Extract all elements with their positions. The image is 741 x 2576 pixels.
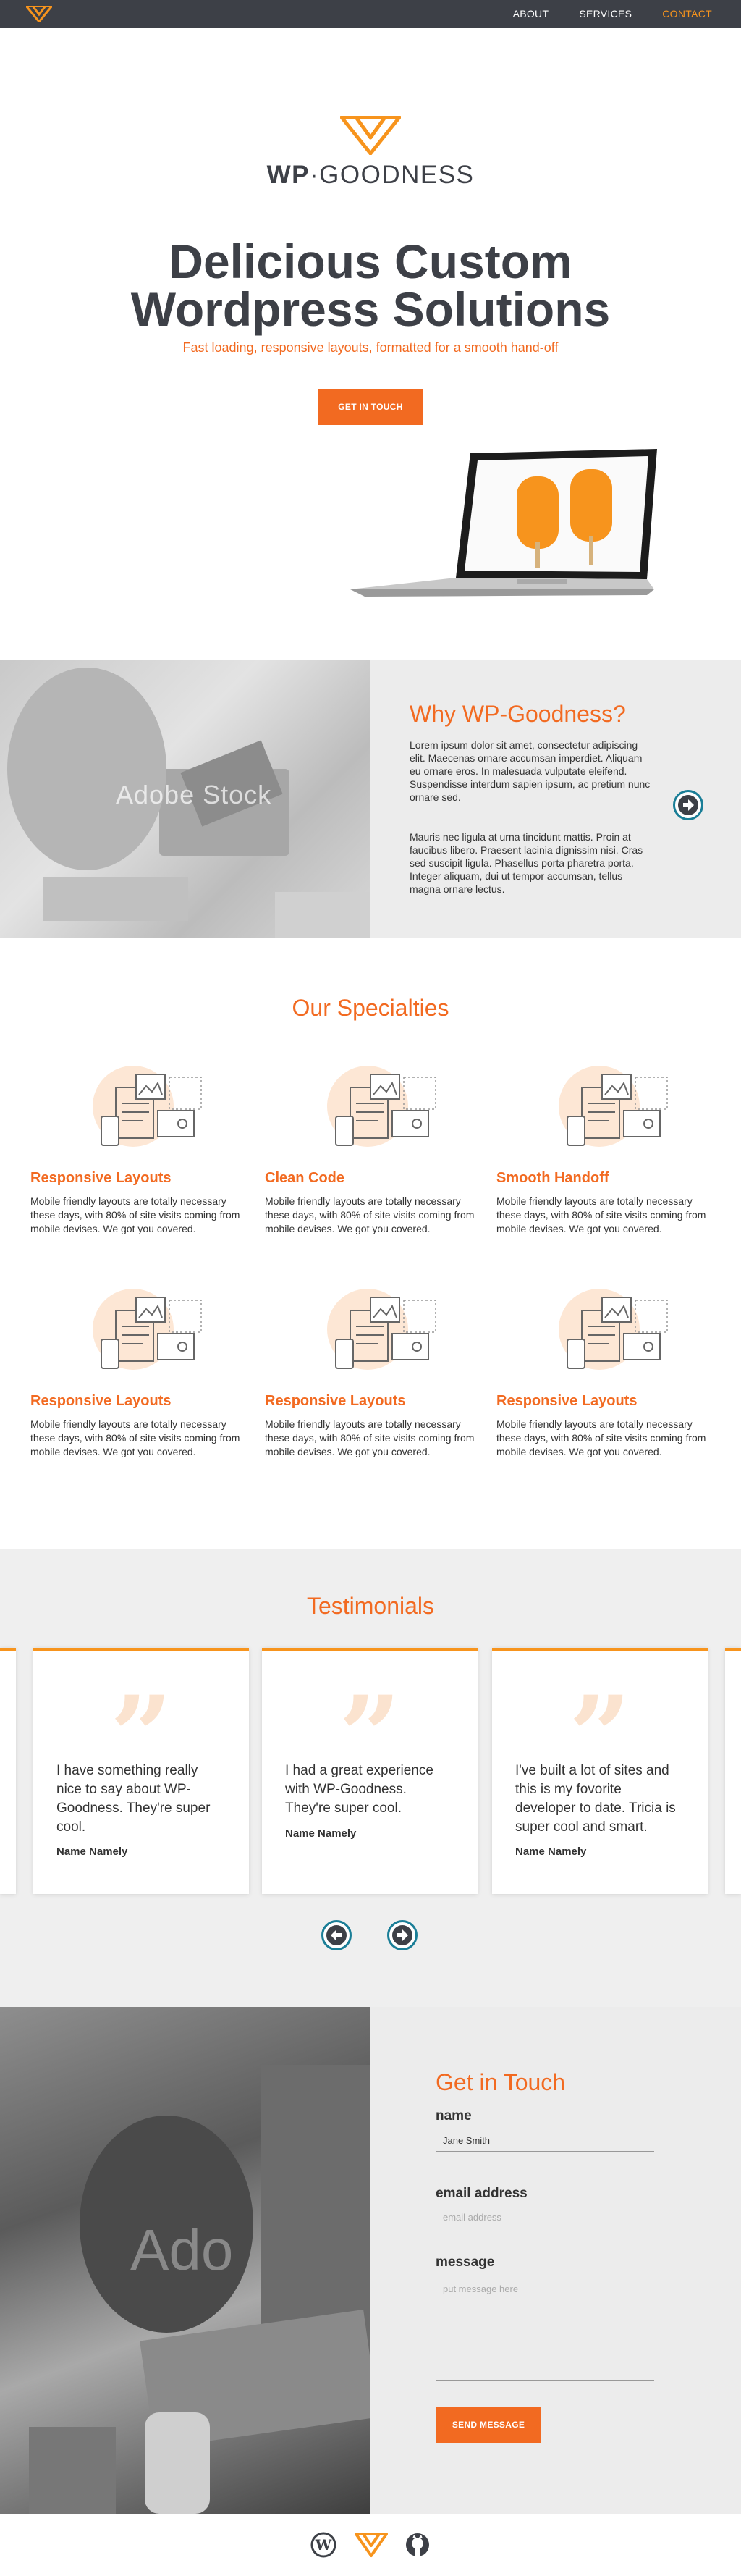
wp-goodness-logo-icon (339, 115, 402, 156)
devices-illustration-icon (554, 1284, 677, 1379)
name-field[interactable] (436, 2130, 654, 2152)
nav-services[interactable]: SERVICES (579, 8, 632, 20)
specialty-card: Responsive Layouts Mobile friendly layout… (496, 1284, 714, 1502)
specialty-card: Smooth Handoff Mobile friendly layouts ar… (496, 1061, 714, 1279)
get-in-touch-button[interactable]: GET IN TOUCH (318, 389, 423, 425)
testimonial-text: I've built a lot of sites and this is my… (515, 1763, 676, 1835)
message-label: message (436, 2255, 495, 2270)
arrow-left-icon (326, 1925, 347, 1945)
specialty-name: Responsive Layouts (30, 1393, 172, 1409)
footer: W (0, 2514, 741, 2576)
testimonial-card: ” I've built a lot of sites and this is … (492, 1648, 708, 1894)
testimonials-next-button[interactable] (387, 1920, 418, 1950)
email-field[interactable] (436, 2207, 654, 2228)
testimonial-card-partial (0, 1648, 16, 1894)
testimonials-section: Testimonials ” I have something really n… (0, 1549, 741, 2007)
specialty-card: Clean Code Mobile friendly layouts are to… (265, 1061, 482, 1279)
why-next-button[interactable] (673, 790, 703, 820)
specialties-title: Our Specialties (292, 995, 449, 1021)
github-icon[interactable] (404, 2531, 431, 2559)
why-paragraph-1: Lorem ipsum dolor sit amet, consectetur … (410, 739, 651, 803)
devices-illustration-icon (323, 1061, 446, 1156)
specialty-card: Responsive Layouts Mobile friendly layout… (30, 1284, 247, 1502)
contact-title: Get in Touch (436, 2069, 566, 2095)
specialty-name: Clean Code (265, 1170, 345, 1186)
devices-illustration-icon (323, 1284, 446, 1379)
specialty-description: Mobile friendly layouts are totally nece… (30, 1418, 240, 1457)
specialty-name: Responsive Layouts (265, 1393, 406, 1409)
testimonial-card: ” I had a great experience with WP-Goodn… (262, 1648, 478, 1894)
specialty-name: Responsive Layouts (496, 1393, 638, 1409)
specialty-description: Mobile friendly layouts are totally nece… (496, 1418, 706, 1457)
arrow-right-icon (392, 1925, 412, 1945)
svg-text:W: W (315, 2536, 332, 2554)
devices-illustration-icon (554, 1061, 677, 1156)
testimonial-author: Name Namely (285, 1827, 357, 1840)
wordpress-icon[interactable]: W (310, 2531, 337, 2559)
hero-title: Delicious Custom Wordpress Solutions (130, 235, 611, 336)
specialty-description: Mobile friendly layouts are totally nece… (265, 1195, 475, 1234)
specialty-description: Mobile friendly layouts are totally nece… (265, 1418, 475, 1457)
testimonial-author: Name Namely (515, 1845, 587, 1858)
nav-contact[interactable]: CONTACT (662, 8, 712, 20)
watermark-text: Ado (130, 2218, 234, 2282)
email-label: email address (436, 2186, 528, 2201)
name-label: name (436, 2108, 472, 2123)
contact-section: Ado Get in Touch name email address mess… (0, 2007, 741, 2514)
specialty-card: Responsive Layouts Mobile friendly layout… (265, 1284, 482, 1502)
testimonial-text: I have something really nice to say abou… (56, 1763, 211, 1835)
specialty-name: Responsive Layouts (30, 1170, 172, 1186)
testimonial-card: ” I have something really nice to say ab… (33, 1648, 249, 1894)
specialty-card: Responsive Layouts Mobile friendly layout… (30, 1061, 247, 1279)
testimonial-card-partial (725, 1648, 741, 1894)
top-nav: ABOUT SERVICES CONTACT (0, 0, 741, 28)
laptop-illustration (350, 449, 657, 597)
message-field[interactable] (436, 2276, 654, 2381)
testimonial-text: I had a great experience with WP-Goodnes… (285, 1763, 433, 1816)
why-paragraph-2: Mauris nec ligula at urna tincidunt matt… (410, 831, 643, 895)
wp-goodness-logo-icon[interactable] (355, 2531, 388, 2559)
specialty-name: Smooth Handoff (496, 1170, 609, 1186)
nav-about[interactable]: ABOUT (513, 8, 549, 20)
why-section: Adobe Stock Why WP-Goodness? Lorem ipsum… (0, 660, 741, 938)
why-title: Why WP-Goodness? (410, 701, 626, 727)
watermark-text: Adobe Stock (116, 780, 272, 809)
send-message-button[interactable]: SEND MESSAGE (436, 2407, 541, 2443)
contact-photo: Ado (0, 2007, 370, 2514)
devices-illustration-icon (88, 1061, 211, 1156)
hero-logo (0, 115, 741, 159)
hero-subtitle: Fast loading, responsive layouts, format… (182, 340, 559, 355)
brand-wordmark: WP·GOODNESS (266, 161, 475, 189)
why-photo: Adobe Stock (0, 660, 370, 938)
testimonials-title: Testimonials (306, 1593, 435, 1619)
logo-icon[interactable] (26, 6, 52, 22)
specialty-description: Mobile friendly layouts are totally nece… (496, 1195, 706, 1234)
specialty-description: Mobile friendly layouts are totally nece… (30, 1195, 240, 1234)
devices-illustration-icon (88, 1284, 211, 1379)
testimonials-prev-button[interactable] (321, 1920, 352, 1950)
testimonial-author: Name Namely (56, 1845, 128, 1858)
arrow-right-icon (678, 795, 698, 815)
